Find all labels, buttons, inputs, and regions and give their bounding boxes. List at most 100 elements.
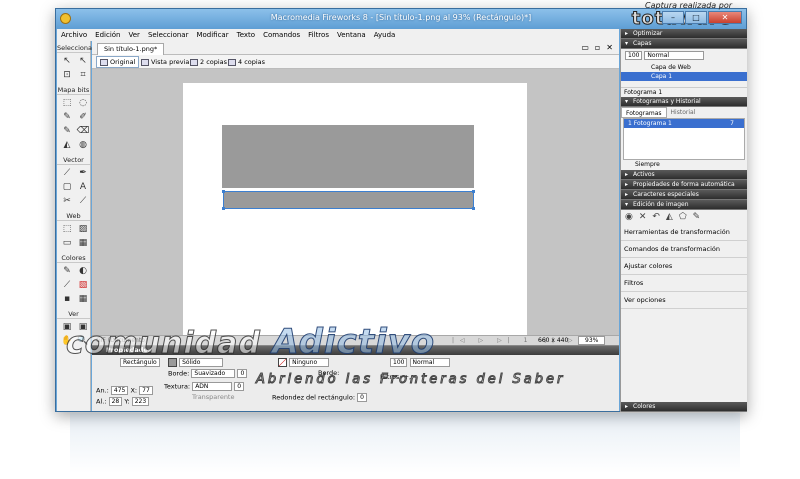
brush-tool-icon[interactable]: ✐ [76,111,90,123]
doc-minimize-button[interactable]: ▭ [581,43,589,52]
panel-fotogramas-historial[interactable]: Fotogramas y Historial [621,97,747,107]
properties-header[interactable]: Propiedades [92,346,619,355]
item-filters[interactable]: Filtros [621,275,747,292]
item-view-options[interactable]: Ver opciones [621,292,747,309]
close-button[interactable]: ✕ [708,11,742,24]
menu-ayuda[interactable]: Ayuda [370,29,400,41]
line-tool-icon[interactable]: ⟋ [60,167,74,179]
fill-type-select[interactable]: Sólido [179,358,224,367]
pencil-tool-icon[interactable]: ✎ [60,125,74,137]
edge-value[interactable]: 0 [237,369,248,378]
loop-setting[interactable]: Siempre [621,160,747,170]
image-edit-toolbar[interactable]: ◉✕↶◭⬠✎ [621,210,747,224]
panel-edicion-imagen[interactable]: Edición de imagen [621,200,747,210]
eyedropper-tool-icon[interactable]: ✎ [60,265,74,277]
roundness-value[interactable]: 0 [357,393,367,402]
magic-wand-tool-icon[interactable]: ✎ [60,111,74,123]
freeform-tool-icon[interactable]: ⟋ [76,195,90,207]
item-adjust-colors[interactable]: Ajustar colores [621,258,747,275]
layer-opacity-field[interactable]: 100 [625,51,643,60]
x-field[interactable]: 77 [139,386,153,395]
menu-ventana[interactable]: Ventana [333,29,370,41]
shape-name-field[interactable]: Rectángulo [120,358,160,368]
layer-row-web[interactable]: Capa de Web [621,63,747,72]
rectangle-shape[interactable] [222,125,474,188]
panel-capas[interactable]: Capas [621,39,747,49]
texture-value[interactable]: 0 [234,382,245,391]
pointer-tool-icon[interactable]: ↖ [60,55,74,67]
item-transform-tools[interactable]: Herramientas de transformación [621,224,747,241]
selected-rectangle-shape[interactable] [222,190,475,210]
tab-4-copias[interactable]: 4 copias [225,56,268,68]
blur-tool-icon[interactable]: ◭ [60,139,74,151]
item-transform-commands[interactable]: Comandos de transformación [621,241,747,258]
marquee-tool-icon[interactable]: ⬚ [60,97,74,109]
blend-mode-select[interactable]: Normal [409,358,450,367]
panel-activos[interactable]: Activos [621,170,747,180]
text-tool-icon[interactable]: A [76,181,90,193]
subselect-tool-icon[interactable]: ↖ [76,55,90,67]
standard-screen-icon[interactable]: ▣ [60,321,74,333]
resize-handle[interactable] [222,190,225,193]
tab-historial[interactable]: Historial [667,107,700,118]
edge-select[interactable]: Suavizado [191,369,236,378]
show-slices-icon[interactable]: ▦ [76,237,90,249]
layer-row-capa1[interactable]: Capa 1 [621,72,747,81]
scale-tool-icon[interactable]: ⊡ [60,69,74,81]
frame-row[interactable]: 1 Fotograma 1 7 [624,119,744,128]
menu-ver[interactable]: Ver [125,29,144,41]
menu-seleccionar[interactable]: Seleccionar [144,29,193,41]
stamp-tool-icon[interactable]: ◍ [76,139,90,151]
stroke-color-icon[interactable]: ⟋ [60,279,74,291]
resize-handle[interactable] [222,207,225,210]
layer-blend-select[interactable]: Normal [644,51,705,60]
layer-row-sub[interactable] [621,81,747,87]
paint-bucket-tool-icon[interactable]: ◐ [76,265,90,277]
hotspot-tool-icon[interactable]: ⬚ [60,223,74,235]
tab-vista-previa[interactable]: Vista previa [138,56,192,68]
menu-archivo[interactable]: Archivo [57,29,91,41]
height-field[interactable]: 28 [108,397,123,406]
stroke-swatch[interactable] [278,358,287,367]
swap-colors-icon[interactable]: ▦ [76,293,90,305]
document-tab[interactable]: Sin título-1.png* [97,43,165,55]
zoom-select[interactable]: 93% [578,336,606,345]
resize-handle[interactable] [472,207,475,210]
menu-comandos[interactable]: Comandos [259,29,304,41]
pen-tool-icon[interactable]: ✒ [76,167,90,179]
filters-add-remove[interactable]: +, – [404,373,417,381]
opacity-field[interactable]: 100 [390,358,408,367]
menu-filtros[interactable]: Filtros [304,29,333,41]
texture-select[interactable]: ADN [192,382,233,391]
canvas[interactable] [183,83,527,340]
full-screen-menu-icon[interactable]: ▣ [76,321,90,333]
eraser-tool-icon[interactable]: ⌫ [76,125,90,137]
shape-name-value[interactable]: Rectángulo [120,358,160,367]
lasso-tool-icon[interactable]: ◌ [76,97,90,109]
minimize-button[interactable]: – [662,11,684,24]
tab-original[interactable]: Original [96,56,140,68]
crop-tool-icon[interactable]: ⌗ [76,69,90,81]
doc-close-button[interactable]: ✕ [606,43,613,52]
knife-tool-icon[interactable]: ✂ [60,195,74,207]
doc-restore-button[interactable]: ▫ [595,43,600,52]
rectangle-tool-icon[interactable]: ▢ [60,181,74,193]
maximize-button[interactable]: □ [685,11,707,24]
panel-colores[interactable]: Colores [621,402,747,412]
transparent-checkbox[interactable]: Transparente [192,393,234,402]
fill-swatch[interactable] [168,358,177,367]
tab-2-copias[interactable]: 2 copias [187,56,230,68]
slice-tool-icon[interactable]: ▨ [76,223,90,235]
stroke-type-select[interactable]: Ninguno [289,358,330,367]
default-colors-icon[interactable]: ▪ [60,293,74,305]
tab-fotogramas[interactable]: Fotogramas [621,107,667,118]
panel-optimizar[interactable]: Optimizar [621,29,747,39]
hide-slices-icon[interactable]: ▭ [60,237,74,249]
menu-modificar[interactable]: Modificar [192,29,232,41]
panel-autoshape-props[interactable]: Propiedades de forma automática [621,180,747,190]
menu-edicion[interactable]: Edición [91,29,124,41]
zoom-tool-icon[interactable]: 🔍 [76,335,90,347]
fill-color-icon[interactable]: ▧ [76,279,90,291]
panel-special-chars[interactable]: Caracteres especiales [621,190,747,200]
width-field[interactable]: 475 [110,386,129,395]
